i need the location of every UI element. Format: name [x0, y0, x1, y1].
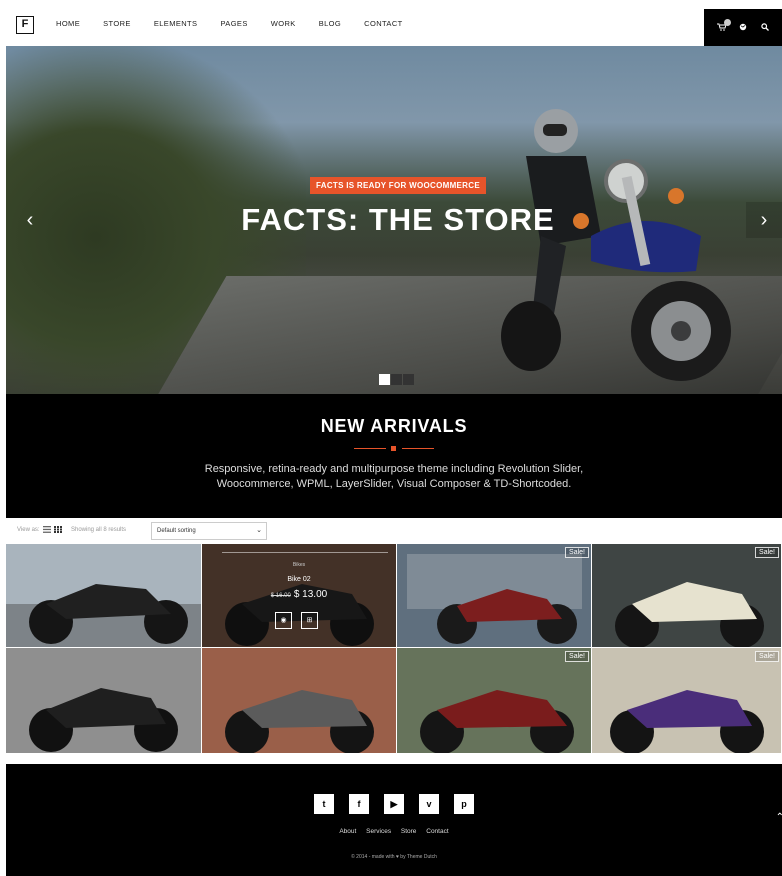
list-view-icon[interactable] [43, 526, 51, 533]
site-header: F HOME STORE ELEMENTS PAGES WORK BLOG CO… [0, 0, 782, 46]
motorcycle-image [202, 648, 396, 753]
product-card-3[interactable]: Sale! [397, 544, 592, 648]
search-icon[interactable] [761, 22, 770, 33]
pinterest-icon[interactable]: p [454, 794, 474, 814]
slider-bullet-2[interactable] [391, 374, 402, 385]
chevron-down-icon: ⌄ [256, 527, 262, 534]
slider-bullet-3[interactable] [403, 374, 414, 385]
sale-badge: Sale! [755, 651, 779, 662]
add-to-cart-icon[interactable]: ⊞ [301, 612, 318, 629]
main-nav: HOME STORE ELEMENTS PAGES WORK BLOG CONT… [56, 0, 426, 46]
slider-prev-arrow-icon[interactable]: ‹ [12, 202, 48, 238]
motorcycle-image [6, 648, 201, 753]
hero-tag: FACTS IS READY FOR WOOCOMMERCE [310, 177, 486, 194]
cart-icon[interactable] [716, 18, 731, 33]
copyright-suffix: by Theme Dutch [400, 854, 437, 860]
product-card-7[interactable]: Sale! [397, 648, 592, 754]
section-description: Responsive, retina-ready and multipurpos… [6, 462, 782, 492]
motorcycle-image [397, 648, 591, 753]
page: F HOME STORE ELEMENTS PAGES WORK BLOG CO… [0, 0, 782, 876]
nav-blog[interactable]: BLOG [319, 19, 341, 28]
header-tools [704, 9, 782, 46]
product-category: Bikes [292, 562, 306, 568]
sale-badge: Sale! [565, 651, 589, 662]
copyright: © 2014 - made with ♥ by Theme Dutch [6, 854, 782, 860]
product-sale-price: $ 13.00 [293, 589, 328, 600]
product-card-1[interactable] [6, 544, 202, 648]
heart-icon: ♥ [395, 854, 399, 860]
hero-slider: FACTS IS READY FOR WOOCOMMERCE FACTS: TH… [6, 46, 782, 394]
product-card-6[interactable] [202, 648, 397, 754]
product-card-4[interactable]: Sale! [592, 544, 782, 648]
site-logo[interactable]: F [16, 16, 34, 34]
product-price: $ 16.00 $ 13.00 [202, 589, 396, 600]
motorcycle-image [397, 544, 591, 647]
nav-home[interactable]: HOME [56, 19, 80, 28]
nav-contact[interactable]: CONTACT [364, 19, 403, 28]
back-to-top-icon[interactable]: ⌃ [776, 812, 782, 823]
product-card-5[interactable] [6, 648, 202, 754]
product-hover-overlay: Bikes Bike 02 $ 16.00 $ 13.00 ◉ ⊞ [202, 544, 396, 647]
nav-pages[interactable]: PAGES [220, 19, 247, 28]
footer-link-store[interactable]: Store [401, 828, 417, 835]
slider-next-arrow-icon[interactable]: › [746, 202, 782, 238]
results-count: Showing all 8 results [71, 527, 127, 533]
new-arrivals-section: NEW ARRIVALS Responsive, retina-ready an… [6, 394, 782, 518]
hero-title: FACTS: THE STORE [241, 202, 555, 237]
title-divider [354, 444, 434, 454]
cart-count-badge [723, 18, 731, 26]
footer-link-contact[interactable]: Contact [426, 828, 448, 835]
product-card-8[interactable]: Sale! [592, 648, 782, 754]
page-edge [0, 0, 6, 876]
site-footer: t f ▶ v p About Services Store Contact ©… [6, 764, 782, 876]
motorcycle-image [592, 648, 781, 753]
footer-link-about[interactable]: About [339, 828, 356, 835]
motorcycle-image [6, 544, 201, 647]
view-as-label: View as: [17, 527, 40, 533]
section-description-line-2: Woocommerce, WPML, LayerSlider, Visual C… [216, 478, 572, 490]
sale-badge: Sale! [755, 547, 779, 558]
product-old-price: $ 16.00 [270, 593, 291, 599]
slider-bullet-1[interactable] [379, 374, 390, 385]
shop-toolbar: View as: Showing all 8 results Default s… [6, 518, 782, 544]
youtube-icon[interactable]: ▶ [384, 794, 404, 814]
slider-bullets [379, 374, 415, 385]
nav-store[interactable]: STORE [103, 19, 131, 28]
grid-view-icon[interactable] [54, 526, 62, 533]
section-title: NEW ARRIVALS [320, 416, 468, 436]
product-name[interactable]: Bike 02 [202, 576, 396, 583]
product-card-2[interactable]: Bikes Bike 02 $ 16.00 $ 13.00 ◉ ⊞ [202, 544, 397, 648]
twitter-icon[interactable]: t [314, 794, 334, 814]
section-description-line-1: Responsive, retina-ready and multipurpos… [204, 463, 584, 475]
footer-link-services[interactable]: Services [366, 828, 391, 835]
product-grid: Bikes Bike 02 $ 16.00 $ 13.00 ◉ ⊞ Sale! S… [6, 544, 782, 754]
sale-badge: Sale! [565, 547, 589, 558]
motorcycle-image [592, 544, 781, 647]
globe-icon[interactable] [739, 23, 747, 33]
social-links: t f ▶ v p [314, 794, 489, 814]
vimeo-icon[interactable]: v [419, 794, 439, 814]
nav-work[interactable]: WORK [271, 19, 296, 28]
footer-nav: About Services Store Contact [6, 828, 782, 835]
nav-elements[interactable]: ELEMENTS [154, 19, 198, 28]
copyright-prefix: © 2014 - made with [351, 854, 395, 860]
quick-view-eye-icon[interactable]: ◉ [275, 612, 292, 629]
sort-value: Default sorting [157, 528, 196, 534]
facebook-icon[interactable]: f [349, 794, 369, 814]
sort-select[interactable]: Default sorting ⌄ [151, 522, 267, 540]
